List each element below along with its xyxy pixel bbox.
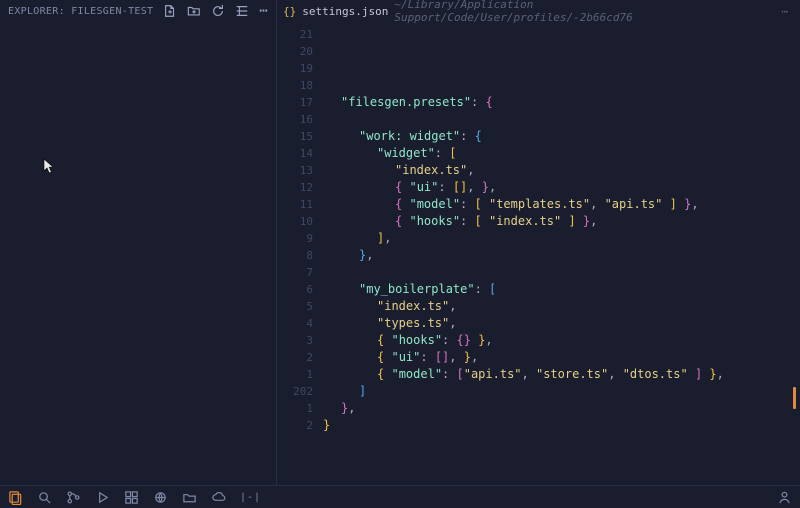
tab-actions-icon[interactable]: ⋯ [781, 5, 800, 18]
explorer-title: EXPLORER: FILESGEN-TEST [8, 6, 153, 17]
editor-tab[interactable]: {} settings.json ~/Library/Application S… [277, 0, 800, 22]
explorer-header: EXPLORER: FILESGEN-TEST ⋯ [0, 0, 276, 22]
collapse-icon[interactable] [235, 4, 249, 18]
code-lines: "filesgen.presets": { "work: widget": { … [323, 22, 800, 485]
tab-filename: settings.json [302, 5, 388, 18]
new-folder-icon[interactable] [187, 4, 201, 18]
json-file-icon: {} [283, 5, 296, 18]
explorer-sidebar: EXPLORER: FILESGEN-TEST ⋯ [0, 0, 277, 485]
mouse-cursor-icon [43, 158, 55, 179]
cloud-icon[interactable] [211, 490, 226, 505]
scroll-indicator [793, 387, 796, 409]
extensions-tab-icon[interactable] [124, 490, 139, 505]
folder-icon[interactable] [182, 490, 197, 505]
activity-bar: |-| [0, 485, 800, 508]
source-control-icon[interactable] [66, 490, 81, 505]
line-number-gutter: 21201918171615141312111098765432120212 [277, 22, 323, 485]
new-file-icon[interactable] [163, 4, 177, 18]
debug-tab-icon[interactable] [95, 490, 110, 505]
status-cols[interactable]: |-| [240, 492, 261, 503]
more-icon[interactable]: ⋯ [259, 4, 268, 18]
explorer-tab-icon[interactable] [8, 490, 23, 505]
accounts-icon[interactable] [777, 490, 792, 505]
editor-area: {} settings.json ~/Library/Application S… [277, 0, 800, 485]
remote-icon[interactable] [153, 490, 168, 505]
explorer-body[interactable] [0, 22, 276, 485]
tab-filepath: ~/Library/Application Support/Code/User/… [394, 0, 775, 24]
refresh-icon[interactable] [211, 4, 225, 18]
code-editor[interactable]: 21201918171615141312111098765432120212 "… [277, 22, 800, 485]
search-tab-icon[interactable] [37, 490, 52, 505]
